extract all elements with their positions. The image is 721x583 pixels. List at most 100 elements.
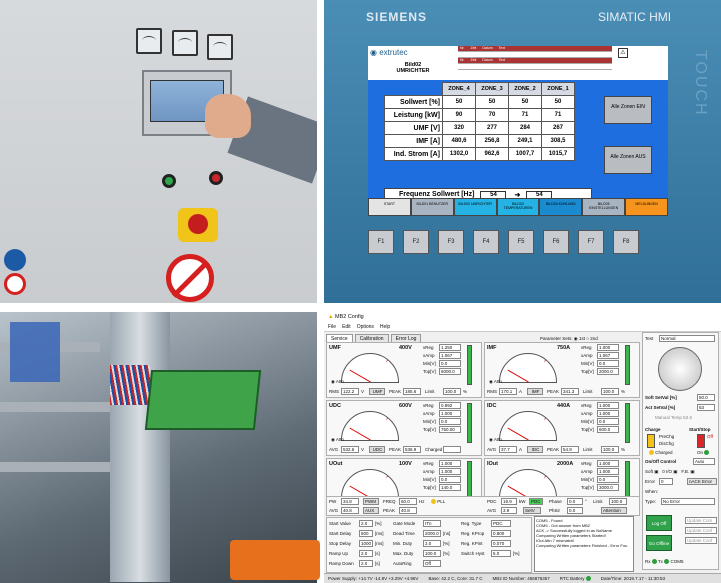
limit-input[interactable]: 100.0 [601, 446, 619, 453]
vreg-input[interactable]: 0.992 [439, 402, 461, 409]
nav-bild04[interactable]: BILD04 KÜHLUNG [539, 198, 583, 216]
pwm-button[interactable]: PWM [363, 498, 379, 505]
vreg-input[interactable]: 1.000 [439, 460, 461, 467]
min-input[interactable]: 0.0 [597, 360, 619, 367]
xamp-input[interactable]: 1.000 [597, 468, 619, 475]
phsir-value: 0.0 [567, 507, 583, 514]
dead-time-input[interactable]: 2000.0 [423, 530, 441, 537]
vreg-input[interactable]: 1.000 [597, 460, 619, 467]
ramp-up-input[interactable]: 2.0 [359, 550, 373, 557]
nav-bild02[interactable]: BILD02 UMRICHTER [453, 198, 497, 216]
xamp-input[interactable]: 1.000 [439, 410, 461, 417]
limit-input[interactable]: 100.0 [443, 388, 461, 395]
top-input[interactable]: 2000.0 [597, 368, 619, 375]
f6-key[interactable]: F6 [543, 230, 569, 254]
vreg-input[interactable]: 1.000 [597, 402, 619, 409]
nav-bild01[interactable]: BILD01 BENUTZER [410, 198, 454, 216]
max-duty-input[interactable]: 100.0 [423, 550, 441, 557]
reg-kpint-input[interactable]: 0.070 [491, 540, 511, 547]
nack-error-button[interactable]: nACK Error [687, 478, 717, 485]
ramp-down-input[interactable]: 2.0 [359, 560, 373, 567]
nav-bild03[interactable]: BILD03 TEMPERATUREN [496, 198, 540, 216]
f1-key[interactable]: F1 [368, 230, 394, 254]
autoring-select[interactable]: Off [423, 560, 441, 567]
setpoint-cell[interactable]: 50 [508, 95, 542, 109]
setpoint-cell[interactable]: 50 [541, 95, 575, 109]
min-input[interactable]: 0.0 [597, 418, 619, 425]
gate-mode-select[interactable]: ITn [423, 520, 441, 527]
top-input[interactable]: 140.0 [439, 484, 461, 491]
f5-key[interactable]: F5 [508, 230, 534, 254]
vreg-input[interactable]: 1.000 [597, 344, 619, 351]
setpoint-cell[interactable]: 50 [442, 95, 476, 109]
reg-kprop-input[interactable]: 0.800 [491, 530, 511, 537]
setpoint-knob[interactable] [658, 347, 702, 391]
nav-start[interactable]: START [368, 198, 411, 216]
limit-label: Charged [425, 447, 443, 452]
top-input[interactable]: 600.0 [597, 426, 619, 433]
attention-button[interactable]: Attention [601, 507, 627, 514]
menu-help[interactable]: Help [380, 324, 390, 330]
top-label: Top[V] [581, 369, 594, 374]
min-input[interactable]: 0.0 [439, 360, 461, 367]
limit-input[interactable]: 100.0 [609, 498, 627, 505]
meter-button[interactable]: IDC [527, 446, 543, 453]
vreg-input[interactable]: 1.250 [439, 344, 461, 351]
meter-button[interactable]: UMF [369, 388, 385, 395]
min-input[interactable]: 0.0 [597, 476, 619, 483]
f4-key[interactable]: F4 [473, 230, 499, 254]
unit-label: [%] [443, 551, 450, 556]
warning-icon[interactable]: ⚠ [618, 48, 628, 58]
nav-bild05[interactable]: BILD05 EINSTELLUNGEN [582, 198, 626, 216]
menu-edit[interactable]: Edit [342, 324, 351, 330]
reg-type-select[interactable]: PDC [491, 520, 511, 527]
f3-key[interactable]: F3 [438, 230, 464, 254]
meter-button[interactable]: IMF [527, 388, 543, 395]
min-input[interactable]: 0.0 [439, 476, 461, 483]
top-input[interactable]: 6000.0 [439, 368, 461, 375]
top-input[interactable]: 3000.0 [597, 484, 619, 491]
setv-button[interactable]: SetV [523, 507, 541, 514]
unit-label: [ns] [443, 531, 451, 536]
soft-setval-input[interactable]: 50.0 [697, 394, 715, 401]
meter-button[interactable]: UDC [369, 446, 385, 453]
f7-key[interactable]: F7 [578, 230, 604, 254]
top-input[interactable]: 750.00 [439, 426, 461, 433]
xamp-input[interactable]: 1.067 [439, 352, 461, 359]
start-stop-switch[interactable] [697, 434, 705, 448]
all-zones-off-button[interactable]: Alle Zonen AUS [604, 146, 652, 174]
onoff-select[interactable]: Auto [693, 458, 715, 465]
limit-input[interactable]: 100.0 [601, 388, 619, 395]
all-zones-on-button[interactable]: Alle Zonen EIN [604, 96, 652, 124]
f2-key[interactable]: F2 [403, 230, 429, 254]
min-input[interactable]: 0.0 [439, 418, 461, 425]
update-com-button[interactable]: Update Com [685, 517, 717, 524]
settings-panel: Start Value 2.0 [%] Start Delay 500 [ms] Sto… [326, 517, 532, 573]
limit-input[interactable] [443, 446, 461, 453]
start-delay-input[interactable]: 500 [359, 530, 373, 537]
charge-switch[interactable] [647, 434, 655, 448]
update-conf-button[interactable]: Update Conf [685, 537, 717, 544]
xamp-input[interactable]: 1.000 [597, 410, 619, 417]
update-conf-button[interactable]: Update Conf [685, 527, 717, 534]
function-keys: F1 F2 F3 F4 F5 F6 F7 F8 [368, 230, 639, 254]
nav-meldungen[interactable]: MELDUNGEN [625, 198, 669, 216]
test-mode-select[interactable]: Normal [659, 335, 715, 342]
xamp-input[interactable]: 1.067 [597, 352, 619, 359]
log-off-button[interactable]: Log Off [646, 515, 672, 531]
start-value-input[interactable]: 2.0 [359, 520, 373, 527]
menu-options[interactable]: Options [357, 324, 374, 330]
f8-key[interactable]: F8 [613, 230, 639, 254]
aux-button[interactable]: AUX [363, 507, 379, 514]
go-offline-button[interactable]: Go Offline [646, 535, 672, 551]
switch-hyst-input[interactable]: 5.0 [491, 550, 511, 557]
setpoint-cell[interactable]: 50 [475, 95, 509, 109]
meter-title: UDC [329, 403, 341, 409]
pdc-button[interactable]: PDC [529, 498, 543, 505]
kw-label: kW [519, 499, 526, 504]
menu-file[interactable]: File [328, 324, 336, 330]
min-duty-input[interactable]: 2.0 [423, 540, 441, 547]
stop-delay-input[interactable]: 1000 [359, 540, 373, 547]
xamp-input[interactable]: 1.000 [439, 468, 461, 475]
green-button [162, 174, 176, 188]
